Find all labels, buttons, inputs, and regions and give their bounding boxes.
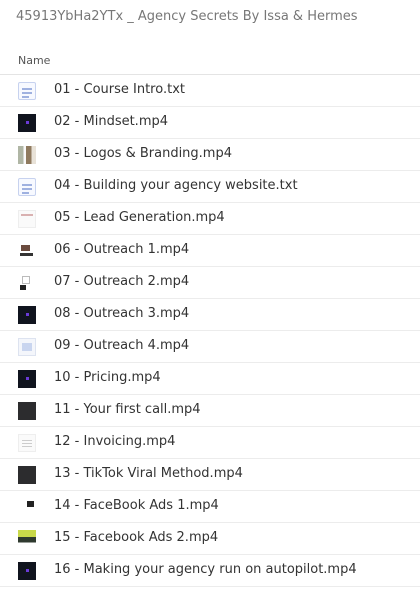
- file-name: 14 - FaceBook Ads 1.mp4: [54, 498, 219, 513]
- file-row[interactable]: 03 - Logos & Branding.mp4: [0, 139, 420, 171]
- file-name: 04 - Building your agency website.txt: [54, 178, 298, 193]
- file-name: 05 - Lead Generation.mp4: [54, 210, 225, 225]
- video-thumbnail-icon: [18, 306, 36, 324]
- file-name: 01 - Course Intro.txt: [54, 82, 185, 97]
- video-thumbnail-icon: [18, 562, 36, 580]
- file-name: 13 - TikTok Viral Method.mp4: [54, 466, 243, 481]
- file-row[interactable]: 01 - Course Intro.txt: [0, 75, 420, 107]
- file-list: 01 - Course Intro.txt 02 - Mindset.mp4 03 …: [0, 75, 420, 587]
- file-name: 08 - Outreach 3.mp4: [54, 306, 190, 321]
- video-thumbnail-icon: [18, 434, 36, 452]
- video-thumbnail-icon: [18, 498, 36, 516]
- file-name: 02 - Mindset.mp4: [54, 114, 169, 129]
- file-row[interactable]: 13 - TikTok Viral Method.mp4: [0, 459, 420, 491]
- text-file-icon: [18, 178, 36, 196]
- video-thumbnail-icon: [18, 530, 36, 548]
- file-name: 15 - Facebook Ads 2.mp4: [54, 530, 219, 545]
- file-name: 09 - Outreach 4.mp4: [54, 338, 190, 353]
- file-row[interactable]: 16 - Making your agency run on autopilot…: [0, 555, 420, 587]
- video-thumbnail-icon: [18, 402, 36, 420]
- video-thumbnail-icon: [18, 146, 36, 164]
- file-name: 11 - Your first call.mp4: [54, 402, 201, 417]
- video-thumbnail-icon: [18, 370, 36, 388]
- video-thumbnail-icon: [18, 210, 36, 228]
- file-row[interactable]: 12 - Invoicing.mp4: [0, 427, 420, 459]
- file-row[interactable]: 11 - Your first call.mp4: [0, 395, 420, 427]
- file-name: 03 - Logos & Branding.mp4: [54, 146, 232, 161]
- file-row[interactable]: 10 - Pricing.mp4: [0, 363, 420, 395]
- video-thumbnail-icon: [18, 466, 36, 484]
- video-thumbnail-icon: [18, 274, 36, 292]
- file-row[interactable]: 05 - Lead Generation.mp4: [0, 203, 420, 235]
- file-row[interactable]: 04 - Building your agency website.txt: [0, 171, 420, 203]
- video-thumbnail-icon: [18, 242, 36, 260]
- file-row[interactable]: 07 - Outreach 2.mp4: [0, 267, 420, 299]
- file-row[interactable]: 08 - Outreach 3.mp4: [0, 299, 420, 331]
- file-name: 16 - Making your agency run on autopilot…: [54, 562, 357, 577]
- folder-title: 45913YbHa2YTx _ Agency Secrets By Issa &…: [16, 9, 358, 24]
- file-row[interactable]: 15 - Facebook Ads 2.mp4: [0, 523, 420, 555]
- video-thumbnail-icon: [18, 338, 36, 356]
- file-name: 12 - Invoicing.mp4: [54, 434, 176, 449]
- name-column-header[interactable]: Name: [18, 54, 50, 67]
- file-row[interactable]: 09 - Outreach 4.mp4: [0, 331, 420, 363]
- file-row[interactable]: 06 - Outreach 1.mp4: [0, 235, 420, 267]
- file-row[interactable]: 14 - FaceBook Ads 1.mp4: [0, 491, 420, 523]
- file-name: 07 - Outreach 2.mp4: [54, 274, 190, 289]
- file-name: 06 - Outreach 1.mp4: [54, 242, 190, 257]
- file-row[interactable]: 02 - Mindset.mp4: [0, 107, 420, 139]
- column-header-row: Name: [0, 46, 420, 75]
- video-thumbnail-icon: [18, 114, 36, 132]
- file-name: 10 - Pricing.mp4: [54, 370, 161, 385]
- text-file-icon: [18, 82, 36, 100]
